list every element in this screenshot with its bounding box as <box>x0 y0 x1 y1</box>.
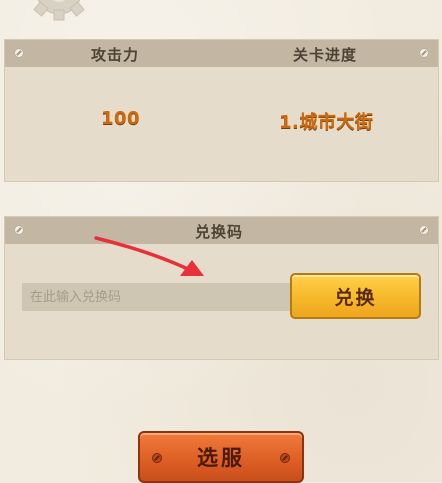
progress-value: 1.城市大街 <box>279 112 374 133</box>
rivet-icon <box>419 48 429 58</box>
rivet-icon <box>152 453 162 463</box>
redeem-code-input[interactable] <box>22 283 290 311</box>
red-arrow-icon <box>94 236 204 276</box>
attack-label: 攻击力 <box>91 46 140 64</box>
rivet-icon <box>14 225 24 235</box>
attack-value: 100 <box>101 108 141 129</box>
gear-logo-icon <box>33 0 85 21</box>
rivet-icon <box>14 48 24 58</box>
select-server-label: 选服 <box>197 446 245 470</box>
rivet-icon <box>280 453 290 463</box>
select-server-button[interactable]: 选服 <box>138 431 304 483</box>
rivet-icon <box>419 225 429 235</box>
stats-panel: 攻击力 关卡进度 100 1.城市大街 <box>4 39 439 182</box>
redeem-header: 兑换码 <box>5 217 438 244</box>
stats-header: 攻击力 关卡进度 <box>5 40 438 67</box>
progress-label: 关卡进度 <box>293 46 358 64</box>
redeem-button[interactable]: 兑换 <box>290 273 421 319</box>
redeem-button-label: 兑换 <box>334 286 377 309</box>
